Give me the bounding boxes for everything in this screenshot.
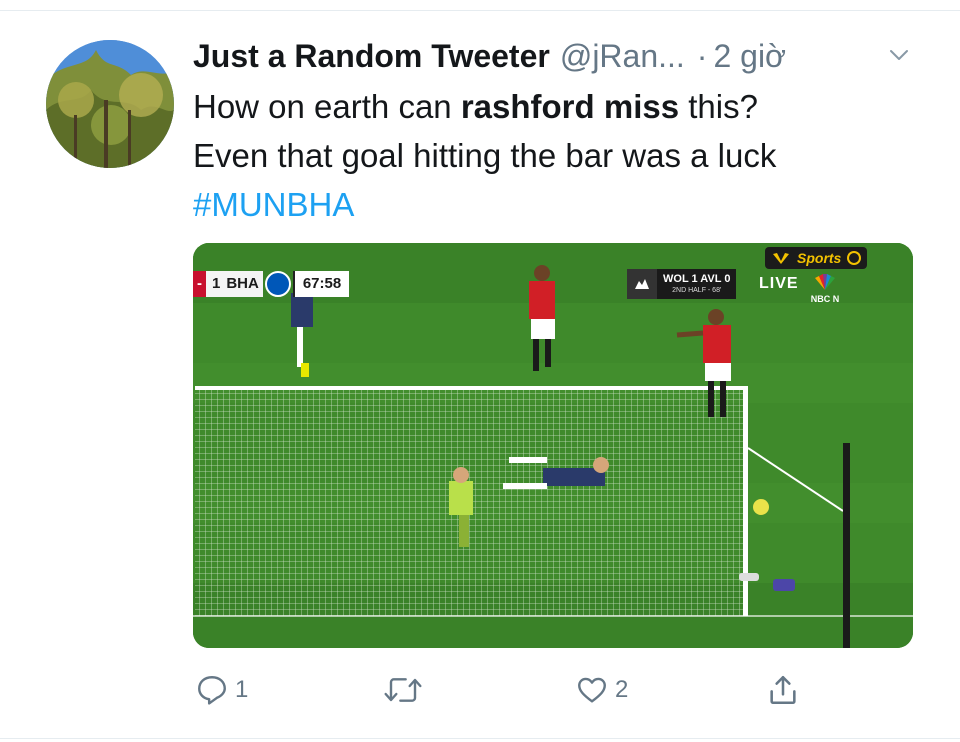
text-bold: rashford miss xyxy=(460,88,680,125)
peacock-color-icon xyxy=(815,274,835,290)
tweet-line-1: How on earth can rashford miss this? xyxy=(193,82,913,131)
chevron-down-icon[interactable] xyxy=(888,44,910,66)
top-divider xyxy=(0,10,960,11)
reply-icon xyxy=(198,676,226,705)
scorebug-score: 1 xyxy=(206,271,227,297)
scorebug-clock: 67:58 xyxy=(292,271,350,297)
separator: · xyxy=(696,37,708,74)
retweet-icon xyxy=(384,678,422,702)
heart-icon xyxy=(578,677,606,703)
share-icon xyxy=(770,675,796,705)
other-game-line: WOL 1 AVL 0 xyxy=(663,273,731,285)
live-label: LIVE xyxy=(759,275,799,292)
team-badge-icon xyxy=(264,271,291,297)
network-logo: NBC N xyxy=(805,273,845,304)
other-game-score: WOL 1 AVL 0 2ND HALF - 68' xyxy=(627,269,737,299)
share-button[interactable] xyxy=(766,670,806,710)
bottom-divider xyxy=(0,738,960,739)
avatar[interactable] xyxy=(46,40,174,168)
reply-button[interactable]: 1 xyxy=(195,670,248,710)
user-handle[interactable]: @jRan... xyxy=(560,38,685,75)
timestamp[interactable]: 2 giờ xyxy=(713,38,786,75)
peacock-icon xyxy=(773,253,789,264)
tweet-text: How on earth can rashford miss this? Eve… xyxy=(193,82,913,229)
network-text: NBC N xyxy=(810,294,840,304)
tweet-media-image[interactable]: - 1 BHA 67:58 WOL 1 AVL 0 2ND HALF - 68'… xyxy=(193,243,913,648)
text-part-1: How on earth can xyxy=(193,88,461,125)
text-part-2: this? xyxy=(679,88,758,125)
display-name[interactable]: Just a Random Tweeter xyxy=(193,38,550,75)
tweet-header: Just a Random Tweeter @jRan... · 2 giờ xyxy=(193,34,786,78)
broadcaster-logo: Sports xyxy=(765,247,868,269)
other-game-sub: 2ND HALF - 68' xyxy=(672,287,722,294)
ring-icon xyxy=(847,251,862,265)
tweet-actions: 1 2 xyxy=(0,670,960,710)
like-count: 2 xyxy=(615,676,629,703)
tweet-line-2: Even that goal hitting the bar was a luc… xyxy=(193,137,777,174)
league-logo-icon xyxy=(627,269,657,299)
reply-count: 1 xyxy=(235,676,249,703)
retweet-button[interactable] xyxy=(383,670,429,710)
broadcaster-text: Sports xyxy=(797,250,842,266)
scorebug-team: BHA xyxy=(226,271,263,297)
scorebug: - 1 BHA 67:58 xyxy=(193,271,350,297)
scorebug-prefix: - xyxy=(193,271,206,297)
like-button[interactable]: 2 xyxy=(575,670,628,710)
hashtag-link[interactable]: #MUNBHA xyxy=(193,180,913,229)
